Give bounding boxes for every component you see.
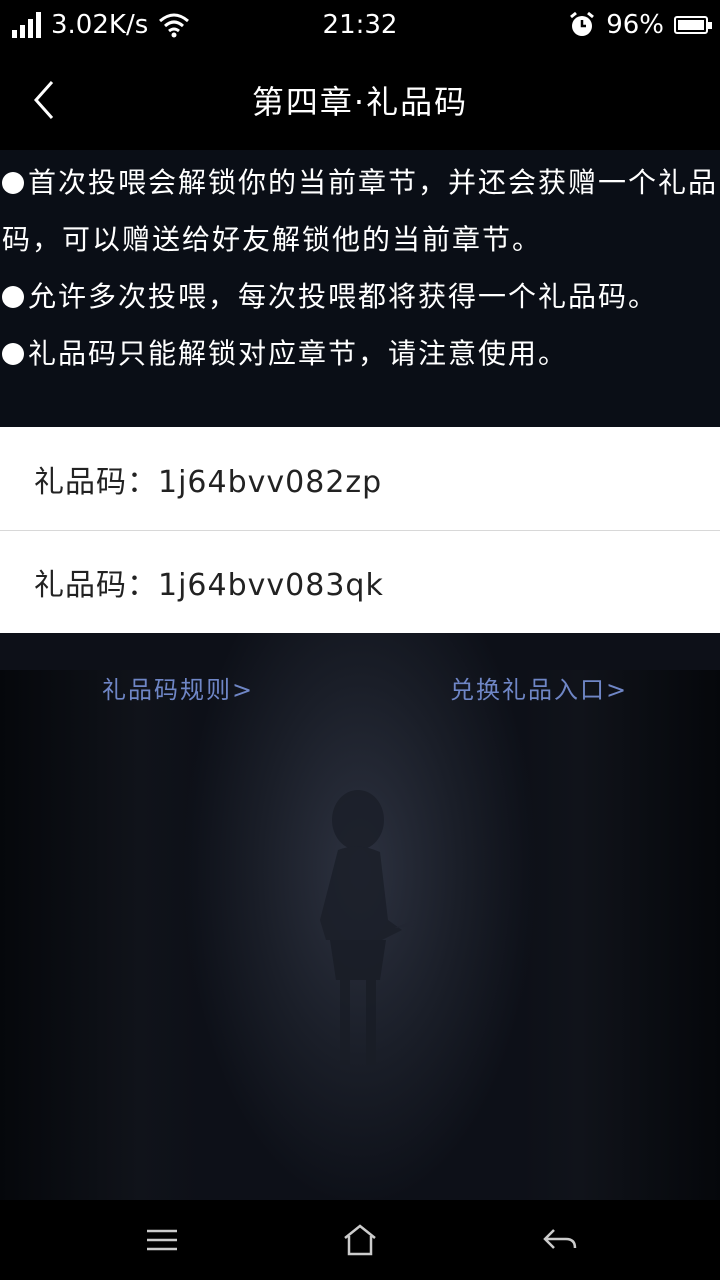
alarm-icon (570, 11, 595, 36)
status-left: 3.02K/s (12, 10, 190, 40)
rule-item: 允许多次投喂，每次投喂都将获得一个礼品码。 (0, 268, 720, 325)
rule-item: 礼品码只能解锁对应章节，请注意使用。 (0, 325, 720, 382)
bookshelf-right (520, 670, 720, 1200)
network-speed: 3.02K/s (51, 10, 149, 40)
bullet-icon (2, 343, 24, 365)
bullet-icon (2, 286, 24, 308)
menu-button[interactable] (138, 1216, 186, 1264)
gift-code-list: 礼品码：1j64bvv082zp 礼品码：1j64bvv083qk (0, 427, 720, 633)
page-title: 第四章·礼品码 (251, 83, 469, 121)
status-right: 96% (568, 10, 712, 40)
gift-code-row[interactable]: 礼品码：1j64bvv082zp (0, 427, 720, 530)
battery-percent: 96% (606, 10, 664, 40)
bookshelf-left (0, 670, 200, 1200)
wifi-icon (159, 13, 190, 38)
rule-item: 首次投喂会解锁你的当前章节，并还会获赠一个礼品码，可以赠送给好友解锁他的当前章节… (2, 166, 719, 256)
status-bar: 3.02K/s 21:32 96% (0, 0, 720, 50)
gift-code-rules-link[interactable]: 礼品码规则> (102, 670, 254, 705)
back-arrow-icon (543, 1229, 577, 1249)
menu-icon (147, 1229, 177, 1251)
app-header: 第四章·礼品码 (0, 50, 720, 150)
links-row: 礼品码规则> 兑换礼品入口> (0, 670, 720, 710)
bullet-icon (2, 172, 24, 194)
exchange-gift-link[interactable]: 兑换礼品入口> (450, 670, 628, 705)
signal-icon (12, 12, 41, 38)
gift-code-row[interactable]: 礼品码：1j64bvv083qk (0, 530, 720, 633)
system-back-button[interactable] (536, 1216, 584, 1264)
rules-panel: 首次投喂会解锁你的当前章节，并还会获赠一个礼品码，可以赠送给好友解锁他的当前章节… (0, 150, 720, 427)
battery-icon (674, 16, 712, 34)
home-button[interactable] (336, 1216, 384, 1264)
navigation-bar (0, 1200, 720, 1280)
chevron-left-icon (33, 81, 54, 119)
home-icon (344, 1224, 376, 1256)
girl-silhouette (320, 790, 416, 1065)
back-button[interactable] (20, 76, 68, 124)
